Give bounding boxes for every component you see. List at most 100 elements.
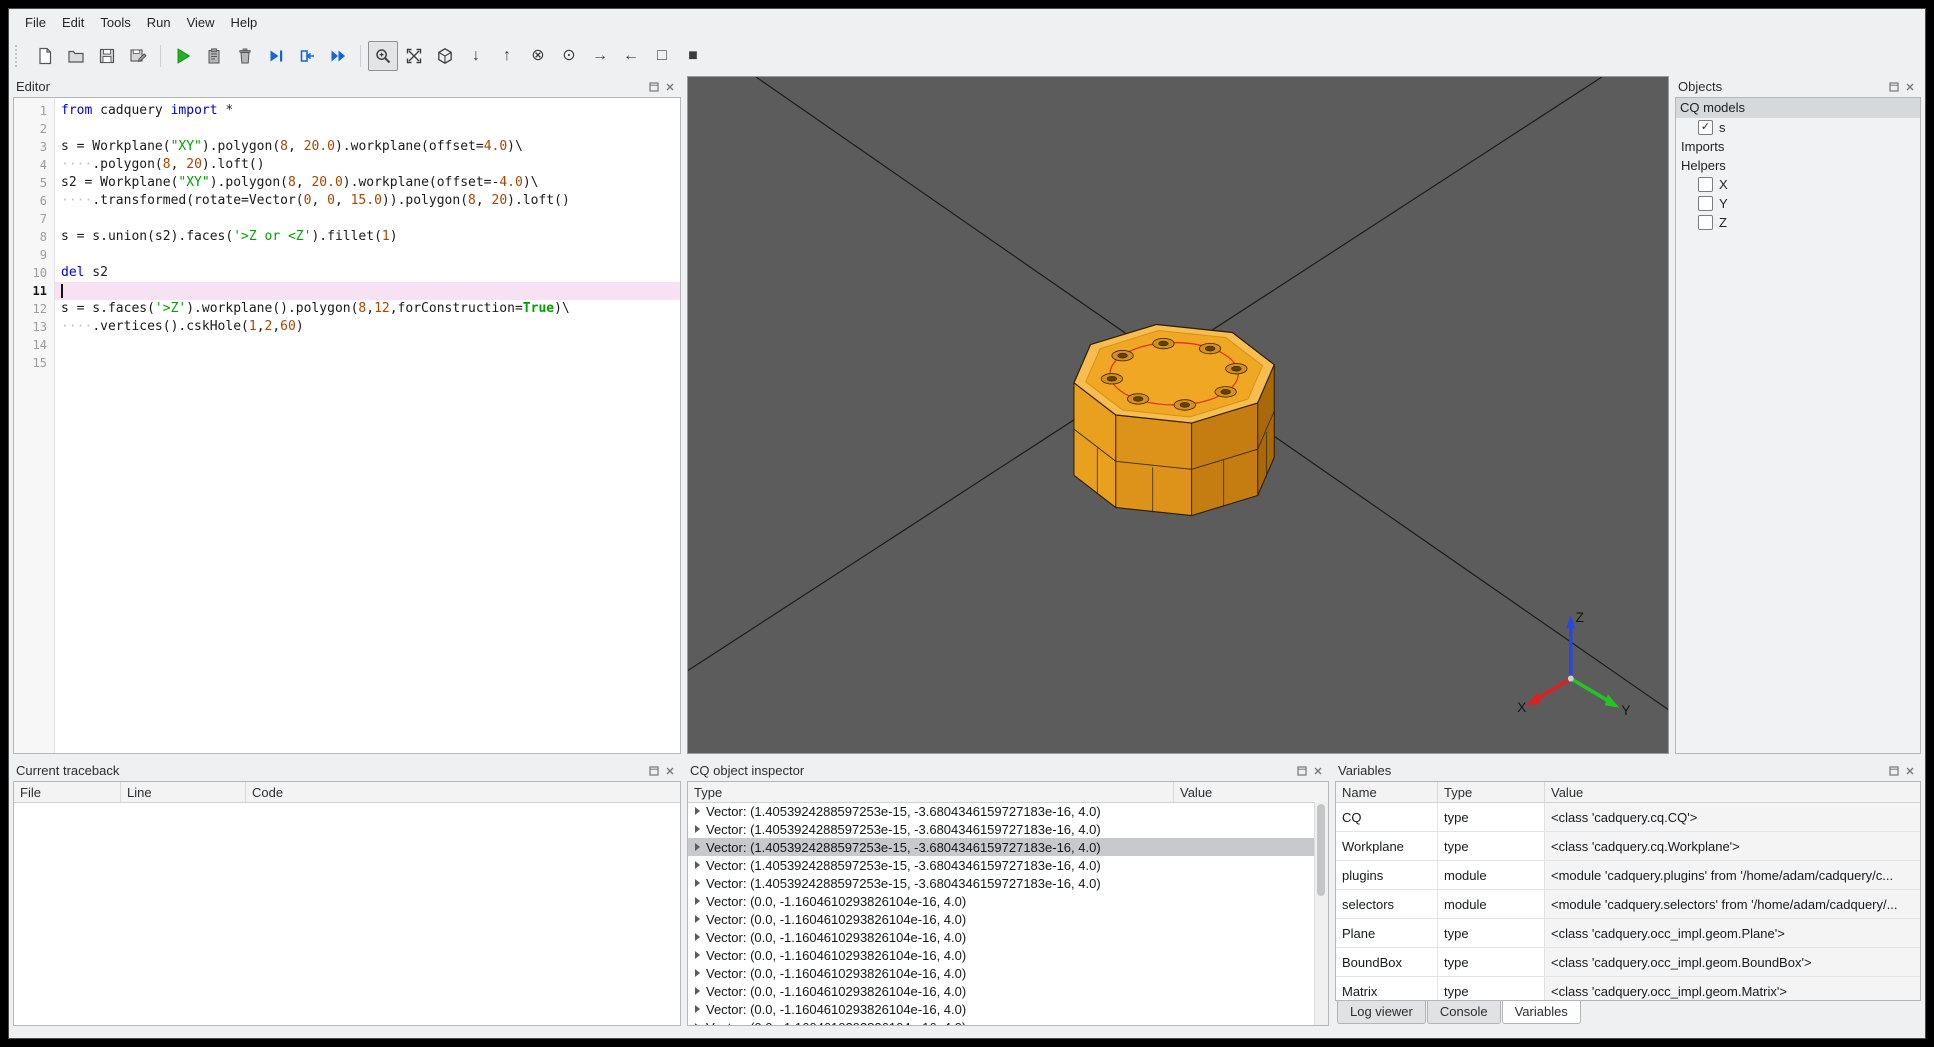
code-line[interactable] bbox=[55, 336, 680, 354]
tree-item-model-s[interactable]: ✓ s bbox=[1676, 118, 1920, 137]
helper-y-checkbox[interactable] bbox=[1698, 196, 1713, 211]
tree-item-helper-z[interactable]: Z bbox=[1676, 213, 1920, 232]
column-header-type[interactable]: Type bbox=[688, 782, 1174, 802]
top-view-button[interactable]: ↓ bbox=[461, 41, 491, 71]
code-line[interactable] bbox=[55, 282, 680, 300]
inspector-row[interactable]: Vector: (0.0, -1.1604610293826104e-16, 4… bbox=[688, 1018, 1315, 1025]
expander-icon[interactable] bbox=[695, 1005, 700, 1013]
inspector-row[interactable]: Vector: (1.4053924288597253e-15, -3.6804… bbox=[688, 856, 1315, 874]
tree-group-cq-models[interactable]: CQ models bbox=[1676, 98, 1920, 118]
code-line[interactable] bbox=[55, 246, 680, 264]
tree-group-imports[interactable]: Imports bbox=[1676, 137, 1920, 156]
inspector-row[interactable]: Vector: (0.0, -1.1604610293826104e-16, 4… bbox=[688, 892, 1315, 910]
code-line[interactable]: ····.transformed(rotate=Vector(0, 0, 15.… bbox=[55, 192, 680, 210]
back-view-button[interactable]: ⊙ bbox=[554, 41, 584, 71]
menu-run[interactable]: Run bbox=[139, 11, 179, 34]
inspector-row[interactable]: Vector: (1.4053924288597253e-15, -3.6804… bbox=[688, 838, 1315, 856]
iso-view-button[interactable] bbox=[430, 41, 460, 71]
close-panel-icon[interactable] bbox=[1310, 763, 1326, 779]
code-line[interactable]: s = s.union(s2).faces('>Z or <Z').fillet… bbox=[55, 228, 680, 246]
column-header-line[interactable]: Line bbox=[121, 782, 246, 802]
close-panel-icon[interactable] bbox=[662, 79, 678, 95]
inspector-row[interactable]: Vector: (1.4053924288597253e-15, -3.6804… bbox=[688, 874, 1315, 892]
editor-code[interactable]: from cadquery import * s = Workplane("XY"… bbox=[55, 98, 680, 753]
float-panel-icon[interactable] bbox=[1886, 763, 1902, 779]
left-view-button[interactable]: → bbox=[585, 41, 615, 71]
menu-view[interactable]: View bbox=[179, 11, 223, 34]
code-line[interactable]: s2 = Workplane("XY").polygon(8, 20.0).wo… bbox=[55, 174, 680, 192]
stop-debug-button[interactable] bbox=[230, 41, 260, 71]
helper-z-checkbox[interactable] bbox=[1698, 215, 1713, 230]
column-header-name[interactable]: Name bbox=[1336, 782, 1438, 802]
viewport-3d[interactable]: X Y Z bbox=[687, 76, 1669, 754]
wireframe-button[interactable]: □ bbox=[647, 41, 677, 71]
expander-icon[interactable] bbox=[695, 879, 700, 887]
column-header-code[interactable]: Code bbox=[246, 782, 680, 802]
expander-icon[interactable] bbox=[695, 933, 700, 941]
menu-edit[interactable]: Edit bbox=[54, 11, 92, 34]
inspector-row[interactable]: Vector: (0.0, -1.1604610293826104e-16, 4… bbox=[688, 1000, 1315, 1018]
code-line[interactable]: s = Workplane("XY").polygon(8, 20.0).wor… bbox=[55, 138, 680, 156]
float-panel-icon[interactable] bbox=[1886, 79, 1902, 95]
inspector-scrollbar[interactable] bbox=[1314, 802, 1328, 1025]
model-checkbox[interactable]: ✓ bbox=[1698, 120, 1713, 135]
close-panel-icon[interactable] bbox=[662, 763, 678, 779]
code-line[interactable] bbox=[55, 210, 680, 228]
tree-group-helpers[interactable]: Helpers bbox=[1676, 156, 1920, 175]
variable-row[interactable]: CQ type <class 'cadquery.cq.CQ'> bbox=[1336, 803, 1920, 832]
expander-icon[interactable] bbox=[695, 987, 700, 995]
close-panel-icon[interactable] bbox=[1902, 79, 1918, 95]
helper-x-checkbox[interactable] bbox=[1698, 177, 1713, 192]
float-panel-icon[interactable] bbox=[646, 763, 662, 779]
variable-row[interactable]: BoundBox type <class 'cadquery.occ_impl.ge… bbox=[1336, 948, 1920, 977]
expander-icon[interactable] bbox=[695, 1023, 700, 1025]
tab-variables[interactable]: Variables bbox=[1501, 1001, 1581, 1024]
scrollbar-thumb[interactable] bbox=[1317, 804, 1325, 896]
save-button[interactable] bbox=[92, 41, 122, 71]
expander-icon[interactable] bbox=[695, 861, 700, 869]
float-panel-icon[interactable] bbox=[1294, 763, 1310, 779]
expander-icon[interactable] bbox=[695, 915, 700, 923]
code-editor[interactable]: 1 2 3 4 5 6 7 8 9 10 11 12 13 14 15 from cadquery impo… bbox=[13, 97, 681, 754]
continue-button[interactable] bbox=[323, 41, 353, 71]
expander-icon[interactable] bbox=[695, 825, 700, 833]
front-view-button[interactable]: ⊗ bbox=[523, 41, 553, 71]
step-into-button[interactable] bbox=[292, 41, 322, 71]
column-header-file[interactable]: File bbox=[14, 782, 121, 802]
new-file-button[interactable] bbox=[30, 41, 60, 71]
save-as-button[interactable] bbox=[123, 41, 153, 71]
debug-button[interactable] bbox=[199, 41, 229, 71]
code-line[interactable]: del s2 bbox=[55, 264, 680, 282]
inspector-row[interactable]: Vector: (0.0, -1.1604610293826104e-16, 4… bbox=[688, 982, 1315, 1000]
expander-icon[interactable] bbox=[695, 807, 700, 815]
column-header-value[interactable]: Value bbox=[1174, 782, 1328, 802]
menu-file[interactable]: File bbox=[17, 11, 54, 34]
tree-item-helper-y[interactable]: Y bbox=[1676, 194, 1920, 213]
tree-item-helper-x[interactable]: X bbox=[1676, 175, 1920, 194]
fit-view-button[interactable] bbox=[368, 40, 398, 71]
right-view-button[interactable]: ← bbox=[616, 41, 646, 71]
code-line[interactable]: ····.polygon(8, 20).loft() bbox=[55, 156, 680, 174]
code-line[interactable]: from cadquery import * bbox=[55, 102, 680, 120]
inspector-row[interactable]: Vector: (0.0, -1.1604610293826104e-16, 4… bbox=[688, 964, 1315, 982]
code-line[interactable] bbox=[55, 120, 680, 138]
inspector-row[interactable]: Vector: (0.0, -1.1604610293826104e-16, 4… bbox=[688, 928, 1315, 946]
code-line[interactable]: ····.vertices().cskHole(1,2,60) bbox=[55, 318, 680, 336]
column-header-type[interactable]: Type bbox=[1438, 782, 1545, 802]
expander-icon[interactable] bbox=[695, 969, 700, 977]
float-panel-icon[interactable] bbox=[646, 79, 662, 95]
column-header-value[interactable]: Value bbox=[1545, 782, 1920, 802]
inspector-row[interactable]: Vector: (1.4053924288597253e-15, -3.6804… bbox=[688, 802, 1315, 820]
expander-icon[interactable] bbox=[695, 897, 700, 905]
variable-row[interactable]: Matrix type <class 'cadquery.occ_impl.geom… bbox=[1336, 977, 1920, 1000]
variable-row[interactable]: Plane type <class 'cadquery.occ_impl.geom.… bbox=[1336, 919, 1920, 948]
fit-all-button[interactable] bbox=[399, 41, 429, 71]
render-button[interactable] bbox=[168, 41, 198, 71]
shaded-button[interactable]: ■ bbox=[678, 41, 708, 71]
variable-row[interactable]: plugins module <module 'cadquery.plugins' … bbox=[1336, 861, 1920, 890]
inspector-row[interactable]: Vector: (1.4053924288597253e-15, -3.6804… bbox=[688, 820, 1315, 838]
toolbar-handle[interactable] bbox=[15, 44, 25, 67]
open-file-button[interactable] bbox=[61, 41, 91, 71]
bottom-view-button[interactable]: ↑ bbox=[492, 41, 522, 71]
code-line[interactable] bbox=[55, 354, 680, 372]
